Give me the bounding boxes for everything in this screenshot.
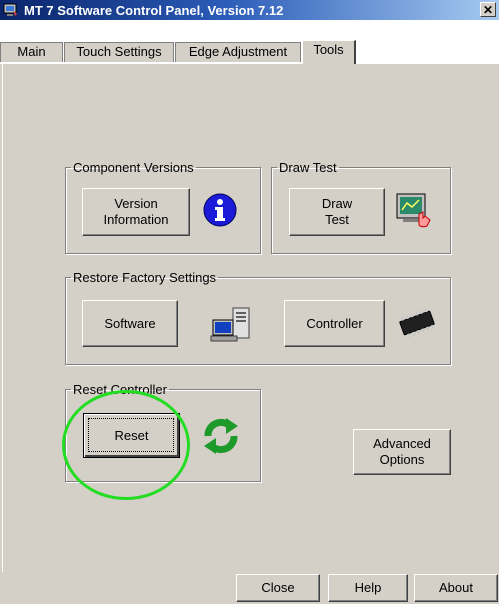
advanced-options-label-line1: Advanced — [373, 436, 431, 451]
window-close-button[interactable]: ✕ — [480, 2, 496, 17]
version-information-button[interactable]: Version Information — [82, 188, 190, 236]
reset-button-focus-ring — [88, 418, 174, 452]
info-icon — [203, 193, 237, 227]
version-information-label-line2: Information — [103, 212, 169, 227]
about-button[interactable]: About — [414, 574, 498, 602]
app-icon — [3, 3, 17, 16]
reset-button[interactable]: Reset — [83, 413, 180, 458]
restore-factory-settings-legend: Restore Factory Settings — [73, 270, 217, 285]
controller-button[interactable]: Controller — [284, 300, 385, 347]
component-versions-legend: Component Versions — [73, 160, 194, 175]
tab-main[interactable]: Main — [0, 42, 63, 62]
advanced-options-label-line2: Options — [379, 452, 425, 467]
help-button-label: Help — [354, 580, 382, 595]
tab-strip: Main Touch Settings Edge Adjustment Tool… — [0, 20, 499, 64]
tab-tools[interactable]: Tools — [302, 40, 356, 64]
computer-icon — [210, 307, 250, 342]
draw-test-button[interactable]: Draw Test — [289, 188, 385, 236]
close-button[interactable]: Close — [236, 574, 320, 602]
draw-test-label-line2: Test — [325, 212, 349, 227]
version-information-label-line1: Version — [114, 196, 158, 211]
bottom-button-bar: Close Help About — [0, 572, 499, 604]
software-button[interactable]: Software — [82, 300, 178, 347]
tools-panel: Component Versions Version Information D… — [2, 64, 499, 572]
about-button-label: About — [439, 580, 473, 595]
draw-test-legend: Draw Test — [279, 160, 337, 175]
advanced-options-button[interactable]: Advanced Options — [353, 429, 451, 475]
refresh-arrows-icon — [204, 418, 238, 454]
monitor-touch-icon — [396, 193, 431, 228]
software-button-label: Software — [104, 315, 156, 331]
controller-button-label: Controller — [306, 315, 363, 331]
tab-touch-settings[interactable]: Touch Settings — [64, 42, 174, 62]
window-title: MT 7 Software Control Panel, Version 7.1… — [24, 3, 284, 18]
reset-controller-legend: Reset Controller — [73, 382, 167, 397]
help-button[interactable]: Help — [328, 574, 408, 602]
draw-test-label-line1: Draw — [321, 196, 353, 211]
window-titlebar: MT 7 Software Control Panel, Version 7.1… — [0, 0, 499, 20]
close-button-label: Close — [261, 580, 295, 595]
chip-icon — [399, 308, 435, 338]
tab-edge-adjustment[interactable]: Edge Adjustment — [175, 42, 301, 62]
